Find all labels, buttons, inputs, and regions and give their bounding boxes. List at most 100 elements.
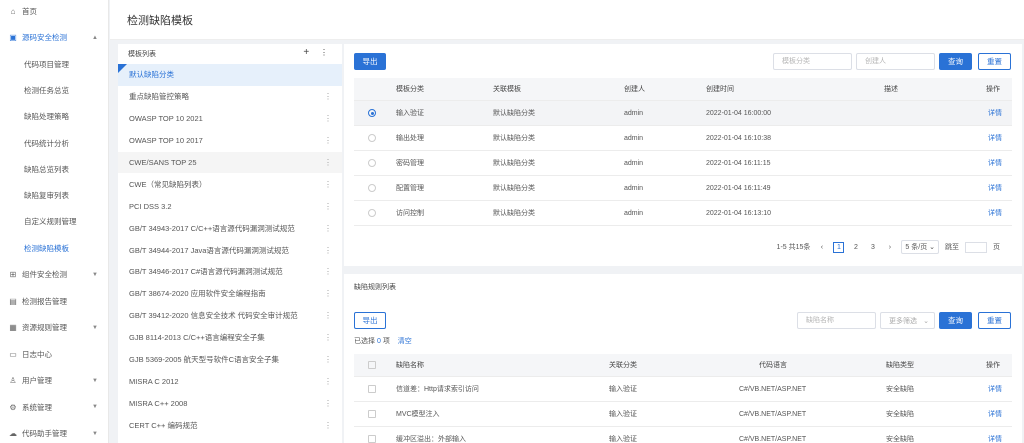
nav-logs[interactable]: ▭ 日志中心 xyxy=(0,341,108,368)
more-icon[interactable]: ⋮ xyxy=(324,267,332,276)
row-radio[interactable] xyxy=(368,134,376,142)
more-icon[interactable]: ⋮ xyxy=(324,202,332,211)
template-item[interactable]: GB/T 34946-2017 C#语言源代码漏洞测试规范 ⋮ xyxy=(118,261,342,283)
template-item[interactable]: MISRA C++ 2008 ⋮ xyxy=(118,392,342,414)
page-size-select[interactable]: 5 条/页 ⌄ xyxy=(901,240,939,254)
row-radio[interactable] xyxy=(368,184,376,192)
more-icon[interactable]: ⋮ xyxy=(324,289,332,298)
nav-sub-stats[interactable]: 代码统计分析 xyxy=(0,130,108,156)
prev-page-icon[interactable]: ‹ xyxy=(816,242,827,253)
more-icon[interactable]: ⋮ xyxy=(324,333,332,342)
nav-system[interactable]: ⚙ 系统管理 ▼ xyxy=(0,394,108,421)
export-button[interactable]: 导出 xyxy=(354,312,386,329)
table-row[interactable]: 输出处理 默认缺陷分类 admin 2022-01-04 16:10:38 详情 xyxy=(354,126,1012,151)
template-item[interactable]: CWE/SANS TOP 25 ⋮ xyxy=(118,151,342,174)
nav-sub-review[interactable]: 缺陷复审列表 xyxy=(0,182,108,208)
more-icon[interactable]: ⋮ xyxy=(324,136,332,145)
detail-link[interactable]: 详情 xyxy=(988,208,1002,218)
page-1[interactable]: 1 xyxy=(833,241,845,253)
more-icon[interactable]: ⋮ xyxy=(324,180,332,189)
detail-link[interactable]: 详情 xyxy=(988,183,1002,193)
template-item[interactable]: GB/T 34944-2017 Java语言源代码漏洞测试规范 ⋮ xyxy=(118,239,342,261)
detail-link[interactable]: 详情 xyxy=(988,158,1002,168)
defect-name-input[interactable] xyxy=(797,312,876,329)
table-header: 模板分类 关联模板 创建人 创建时间 描述 操作 xyxy=(354,78,1012,101)
nav-rules[interactable]: ▦ 资源规则管理 ▼ xyxy=(0,314,108,341)
more-icon[interactable]: ⋮ xyxy=(324,224,332,233)
detail-link[interactable]: 详情 xyxy=(988,434,1002,443)
table-row[interactable]: 配置管理 默认缺陷分类 admin 2022-01-04 16:11:49 详情 xyxy=(354,176,1012,201)
nav-home[interactable]: ⌂ 首页 xyxy=(0,0,108,25)
creator-search-input[interactable] xyxy=(856,53,935,70)
table-row[interactable]: 输入验证 默认缺陷分类 admin 2022-01-04 16:00:00 详情 xyxy=(354,101,1012,126)
table-row[interactable]: 访问控制 默认缺陷分类 admin 2022-01-04 16:13:10 详情 xyxy=(354,201,1012,226)
template-item[interactable]: OWASP TOP 10 2021 ⋮ xyxy=(118,108,342,130)
template-item[interactable]: 默认缺陷分类 xyxy=(118,64,342,86)
template-item[interactable]: 重点缺陷管控策略 ⋮ xyxy=(118,86,342,108)
table-row[interactable]: 信道差：Http请求索引访问 输入验证 C#/VB.NET/ASP.NET 安全… xyxy=(354,377,1012,402)
more-icon[interactable]: ⋮ xyxy=(324,421,332,430)
row-radio[interactable] xyxy=(368,209,376,217)
template-item[interactable]: PCI DSS 3.2 ⋮ xyxy=(118,195,342,217)
export-button[interactable]: 导出 xyxy=(354,53,386,70)
nav-component[interactable]: ⊞ 组件安全检测 ▼ xyxy=(0,261,108,288)
row-radio[interactable] xyxy=(368,109,376,117)
reset-button[interactable]: 重置 xyxy=(978,53,1011,70)
nav-sub-projects[interactable]: 代码项目管理 xyxy=(0,51,108,77)
next-page-icon[interactable]: › xyxy=(884,242,895,253)
more-icon[interactable]: ⋮ xyxy=(324,246,332,255)
detail-link[interactable]: 详情 xyxy=(988,108,1002,118)
more-icon[interactable]: ⋮ xyxy=(324,399,332,408)
template-item[interactable]: CERT C++ 编码规范 ⋮ xyxy=(118,414,342,436)
template-item[interactable]: GB/T 34943-2017 C/C++语言源代码漏洞测试规范 ⋮ xyxy=(118,217,342,239)
detail-link[interactable]: 详情 xyxy=(988,409,1002,419)
nav-assistant[interactable]: ☁ 代码助手管理 ▼ xyxy=(0,420,108,443)
table-row[interactable]: 密码管理 默认缺陷分类 admin 2022-01-04 16:11:15 详情 xyxy=(354,151,1012,176)
more-icon[interactable]: ⋮ xyxy=(324,377,332,386)
col-template: 关联模板 xyxy=(493,86,521,93)
nav-sub-strategy[interactable]: 缺陷处理策略 xyxy=(0,104,108,130)
table-row[interactable]: 缓冲区溢出：外部输入 输入验证 C#/VB.NET/ASP.NET 安全缺陷 详… xyxy=(354,427,1012,443)
more-icon[interactable]: ⋮ xyxy=(324,355,332,364)
template-item[interactable]: GJB 5369-2005 航天型号软件C语言安全子集 ⋮ xyxy=(118,349,342,371)
detail-link[interactable]: 详情 xyxy=(988,133,1002,143)
reset-button[interactable]: 重置 xyxy=(978,312,1011,329)
nav-sub-templates[interactable]: 检测缺陷模板 xyxy=(0,235,108,261)
more-icon[interactable]: ⋮ xyxy=(324,114,332,123)
query-button[interactable]: 查询 xyxy=(939,53,972,70)
template-item[interactable]: CWE（常见缺陷列表） ⋮ xyxy=(118,173,342,195)
more-filter-select[interactable]: 更多筛选 ⌄ xyxy=(880,312,935,329)
row-checkbox[interactable] xyxy=(368,435,376,443)
table-row[interactable]: MVC模型注入 输入验证 C#/VB.NET/ASP.NET 安全缺陷 详情 xyxy=(354,402,1012,427)
nav-sub-defects[interactable]: 缺陷总览列表 xyxy=(0,156,108,182)
more-icon[interactable]: ⋮ xyxy=(324,92,332,101)
goto-input[interactable] xyxy=(965,241,987,253)
cell-category: 密码管理 xyxy=(396,160,424,167)
detail-link[interactable]: 详情 xyxy=(988,384,1002,394)
clear-link[interactable]: 清空 xyxy=(398,338,412,345)
goto-label: 跳至 xyxy=(945,244,959,251)
query-button[interactable]: 查询 xyxy=(939,312,972,329)
template-item[interactable]: GB/T 39412-2020 信息安全技术 代码安全审计规范 ⋮ xyxy=(118,305,342,327)
nav-reports[interactable]: ▤ 检测报告管理 xyxy=(0,288,108,315)
nav-sub-tasks[interactable]: 检测任务总览 xyxy=(0,77,108,103)
more-icon[interactable]: ⋮ xyxy=(324,158,332,167)
row-checkbox[interactable] xyxy=(368,385,376,393)
more-icon[interactable]: ⋮ xyxy=(324,311,332,320)
nav-code-scan[interactable]: ▣ 源码安全检测 ▲ xyxy=(0,25,108,52)
row-checkbox[interactable] xyxy=(368,410,376,418)
template-item[interactable]: OWASP TOP 10 2017 ⋮ xyxy=(118,130,342,152)
more-icon[interactable]: ⋮ xyxy=(320,48,328,57)
select-all-checkbox[interactable] xyxy=(368,361,376,369)
page-3[interactable]: 3 xyxy=(867,242,878,253)
row-radio[interactable] xyxy=(368,159,376,167)
category-search-input[interactable] xyxy=(773,53,852,70)
template-item[interactable]: GJB 8114-2013 C/C++语言编程安全子集 ⋮ xyxy=(118,327,342,349)
template-item[interactable]: GB/T 38674-2020 应用软件安全编程指南 ⋮ xyxy=(118,283,342,305)
page-unit: 页 xyxy=(993,244,1000,251)
nav-sub-custom-rules[interactable]: 自定义规则管理 xyxy=(0,209,108,235)
page-2[interactable]: 2 xyxy=(850,242,861,253)
add-template-icon[interactable]: + xyxy=(303,47,309,58)
nav-users[interactable]: ♙ 用户管理 ▼ xyxy=(0,367,108,394)
template-item[interactable]: MISRA C 2012 ⋮ xyxy=(118,370,342,392)
